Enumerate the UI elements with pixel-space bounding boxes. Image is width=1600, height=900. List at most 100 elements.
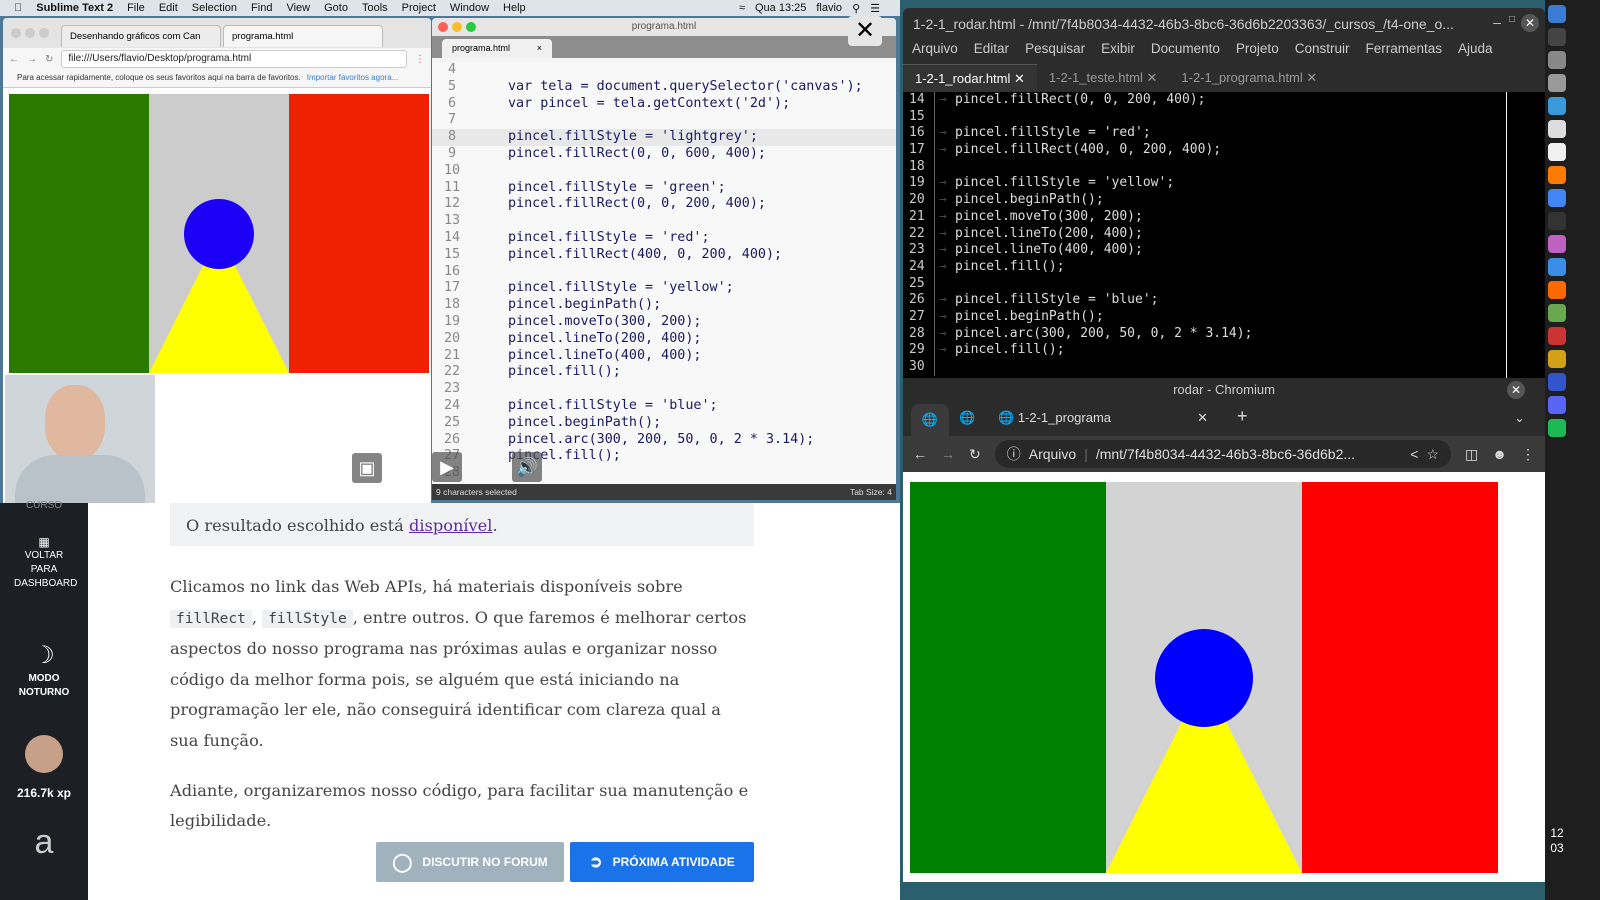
code-line[interactable]: 26 pincel.arc(300, 200, 50, 0, 2 * 3.14); [432, 432, 896, 449]
close-tab-icon[interactable]: ✕ [1306, 70, 1317, 85]
forward-icon[interactable]: → [941, 446, 955, 462]
app-launcher-icon[interactable] [1548, 350, 1566, 368]
forum-button[interactable]: ◯ DISCUTIR NO FORUM [376, 842, 564, 882]
clock[interactable]: Qua 13:25 [755, 2, 806, 14]
code-line[interactable]: 4 [432, 62, 896, 79]
code-line[interactable]: 23 → pincel.lineTo(400, 400); [903, 242, 1545, 259]
tab-rodar[interactable]: 1-2-1_rodar.html ✕ [903, 64, 1037, 92]
editor-tab[interactable]: programa.html × [442, 39, 552, 58]
code-line[interactable]: 16 → pincel.fillStyle = 'red'; [903, 125, 1545, 143]
code-line[interactable]: 5 var tela = document.querySelector('canv… [432, 79, 896, 96]
close-icon[interactable]: ✕ [1507, 381, 1525, 399]
code-line[interactable]: 7 [432, 112, 896, 129]
code-line[interactable]: 12 pincel.fillRect(0, 0, 200, 400); [432, 196, 896, 213]
app-launcher-icon[interactable] [1548, 120, 1566, 138]
volume-icon[interactable]: 🔊 [512, 452, 542, 482]
menu-selection[interactable]: Selection [192, 2, 237, 14]
code-line[interactable]: 9 pincel.fillRect(0, 0, 600, 400); [432, 146, 896, 163]
menu-projeto[interactable]: Projeto [1236, 41, 1279, 61]
menu-ajuda[interactable]: Ajuda [1458, 41, 1493, 61]
menu-exibir[interactable]: Exibir [1101, 41, 1135, 61]
code-line[interactable]: 30 [903, 359, 1545, 376]
menu-tools[interactable]: Tools [362, 2, 388, 14]
menu-view[interactable]: View [286, 2, 310, 14]
code-line[interactable]: 19 pincel.moveTo(300, 200); [432, 314, 896, 331]
result-link[interactable]: disponível [409, 516, 492, 535]
tab-teste[interactable]: 1-2-1_teste.html ✕ [1037, 64, 1169, 92]
app-launcher-icon[interactable] [1548, 143, 1566, 161]
address-bar[interactable]: file:///Users/flavio/Desktop/programa.ht… [61, 50, 407, 68]
close-overlay-button[interactable]: ✕ [848, 16, 882, 46]
app-launcher-icon[interactable] [1548, 166, 1566, 184]
app-launcher-icon[interactable] [1548, 51, 1566, 69]
code-line[interactable]: 22 pincel.fill(); [432, 364, 896, 381]
app-launcher-icon[interactable] [1548, 281, 1566, 299]
app-launcher-icon[interactable] [1548, 235, 1566, 253]
tab-programa[interactable]: 🌐 1-2-1_programa ✕ [998, 410, 1208, 426]
code-line[interactable]: 23 [432, 381, 896, 398]
code-line[interactable]: 21 → pincel.moveTo(300, 200); [903, 208, 1545, 226]
night-mode-toggle[interactable]: ☽ MODO NOTURNO [0, 641, 88, 700]
code-line[interactable]: 19 → pincel.fillStyle = 'yellow'; [903, 175, 1545, 193]
app-launcher-icon[interactable] [1548, 28, 1566, 46]
pinned-tab-2[interactable]: 🌐 [959, 410, 975, 426]
code-line[interactable]: 28 [432, 465, 896, 482]
minimize-icon[interactable]: – [1493, 14, 1501, 30]
picture-in-picture-icon[interactable]: ▣ [352, 453, 382, 483]
window-min-dot[interactable] [25, 28, 35, 38]
menu-construir[interactable]: Construir [1295, 41, 1350, 61]
code-line[interactable]: 18 [903, 158, 1545, 176]
side-panel-icon[interactable]: ◫ [1465, 446, 1478, 463]
reload-icon[interactable]: ↻ [45, 54, 53, 65]
window-max-dot[interactable] [39, 28, 49, 38]
menu-edit[interactable]: Edit [159, 2, 178, 14]
panel-clock[interactable]: 12 03 [1549, 826, 1565, 856]
menu-help[interactable]: Help [503, 2, 526, 14]
menu-goto[interactable]: Goto [324, 2, 348, 14]
list-icon[interactable]: ☰ [870, 2, 880, 15]
menu-editar[interactable]: Editar [974, 41, 1009, 61]
menu-documento[interactable]: Documento [1151, 41, 1220, 61]
code-editor[interactable]: 4 5 var tela = document.querySelector('can… [432, 62, 896, 484]
code-line[interactable]: 17 pincel.fillStyle = 'yellow'; [432, 280, 896, 297]
sidebar-dashboard[interactable]: ▦ VOLTAR PARA DASHBOARD [0, 535, 88, 591]
close-tab-icon[interactable]: × [537, 43, 542, 54]
search-icon[interactable]: ⚲ [852, 2, 860, 15]
code-editor[interactable]: 14 → pincel.fillRect(0, 0, 200, 400); 15 16 →… [903, 92, 1545, 378]
code-line[interactable]: 20 → pincel.beginPath(); [903, 192, 1545, 209]
back-icon[interactable]: ← [9, 54, 19, 65]
close-tab-icon[interactable]: ✕ [1197, 410, 1208, 426]
forward-icon[interactable]: → [27, 54, 37, 65]
tab-desenhando[interactable]: Desenhando gráficos com Can [61, 25, 221, 47]
app-launcher-icon[interactable] [1548, 74, 1566, 92]
back-icon[interactable]: ← [913, 446, 927, 462]
app-launcher-icon[interactable] [1548, 304, 1566, 322]
alura-logo[interactable]: a [0, 823, 88, 862]
code-line[interactable]: 6 var pincel = tela.getContext('2d'); [432, 96, 896, 113]
menu-arquivo[interactable]: Arquivo [912, 41, 958, 61]
tab-size[interactable]: Tab Size: 4 [850, 487, 892, 497]
profile-icon[interactable]: ☻ [1492, 446, 1507, 462]
user-name[interactable]: flavio [816, 2, 842, 14]
app-launcher-icon[interactable] [1548, 97, 1566, 115]
apple-icon[interactable]:  [14, 2, 22, 14]
address-bar[interactable]: ⓘ Arquivo |/mnt/7f4b8034-4432-46b3-8bc6-36… [994, 440, 1452, 468]
code-line[interactable]: 27pincel.fill(); [432, 448, 896, 465]
menu-find[interactable]: Find [251, 2, 272, 14]
close-tab-icon[interactable]: ✕ [1146, 70, 1157, 85]
code-line[interactable]: 15 pincel.fillRect(400, 0, 200, 400); [432, 247, 896, 264]
code-line[interactable]: 8 pincel.fillStyle = 'lightgrey'; [432, 129, 896, 146]
code-line[interactable]: 25 pincel.beginPath(); [432, 415, 896, 432]
app-launcher-icon[interactable] [1548, 373, 1566, 391]
menu-pesquisar[interactable]: Pesquisar [1025, 41, 1085, 61]
code-line[interactable]: 11 pincel.fillStyle = 'green'; [432, 180, 896, 197]
tab-programa[interactable]: 1-2-1_programa.html ✕ [1169, 64, 1329, 92]
code-line[interactable]: 21 pincel.lineTo(400, 400); [432, 348, 896, 365]
code-line[interactable]: 24 pincel.fillStyle = 'blue'; [432, 398, 896, 415]
menu-window[interactable]: Window [450, 2, 489, 14]
app-launcher-icon[interactable] [1548, 189, 1566, 207]
code-line[interactable]: 18 pincel.beginPath(); [432, 297, 896, 314]
code-line[interactable]: 17 → pincel.fillRect(400, 0, 200, 400); [903, 142, 1545, 159]
menu-file[interactable]: File [127, 2, 145, 14]
menu-icon[interactable]: ⋮ [415, 54, 425, 65]
